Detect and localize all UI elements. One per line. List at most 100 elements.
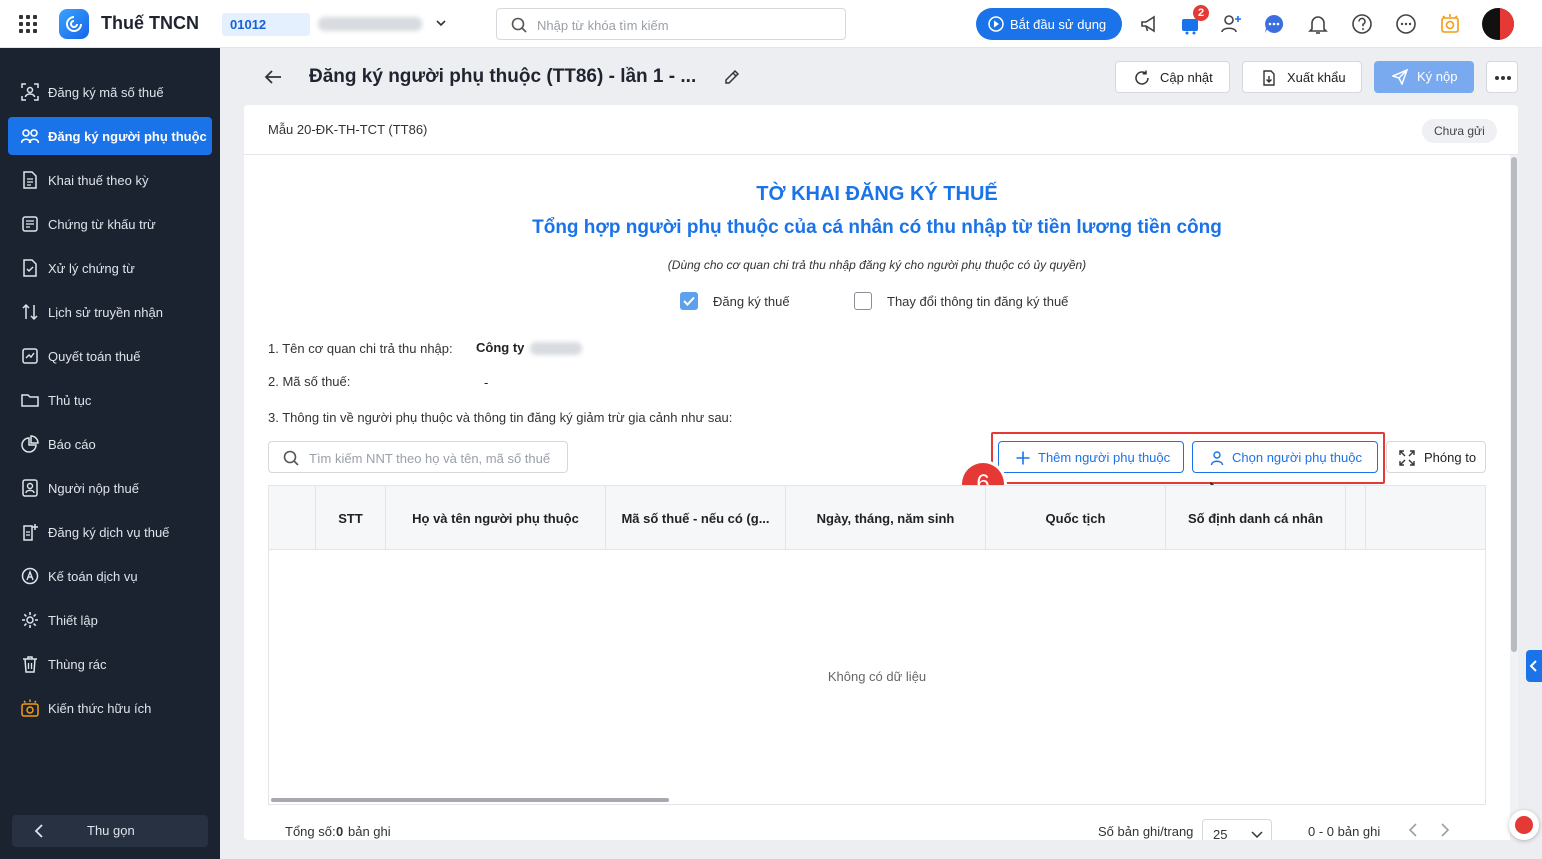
start-using-label: Bắt đầu sử dụng [1010,16,1107,32]
vertical-scrollbar-thumb[interactable] [1511,157,1517,652]
id-scan-icon [21,83,39,101]
users-icon [21,129,39,144]
tax-code-label: 2. Mã số thuế: [268,374,351,389]
bell-icon[interactable] [1306,12,1330,36]
choose-dependent-button[interactable]: Chọn người phụ thuộc [1192,441,1378,473]
page-size-select[interactable]: 25 [1202,819,1272,840]
horizontal-scrollbar-thumb[interactable] [271,798,669,802]
column-header-actions [1366,486,1485,550]
card-header: Mẫu 20-ĐK-TH-TCT (TT86) Chưa gửi [244,105,1518,155]
sidebar-item-useful-knowledge[interactable]: Kiến thức hữu ích [8,689,212,727]
column-header-tax-code: Mã số thuế - nếu có (g... [606,486,786,550]
expand-icon [1399,450,1415,466]
sidebar-item-tax-code-registration[interactable]: Đăng ký mã số thuế [8,73,212,111]
sidebar-item-dependent-registration[interactable]: Đăng ký người phụ thuộc [8,117,212,155]
user-icon [1210,451,1224,466]
user-avatar[interactable] [1482,8,1514,40]
sidebar-item-service-accounting[interactable]: Kế toán dịch vụ [8,557,212,595]
export-label: Xuất khẩu [1287,70,1346,85]
column-header-stt: STT [316,486,386,550]
document-icon [23,171,37,189]
chevron-left-icon [34,824,43,838]
dependents-table: STT Họ và tên người phụ thuộc Mã số thuế… [268,485,1486,805]
prev-page-icon[interactable] [1408,823,1418,837]
sidebar-item-reports[interactable]: Báo cáo [8,425,212,463]
refresh-button[interactable]: Cập nhật [1115,61,1230,93]
change-info-checkbox[interactable] [854,292,872,310]
app-name: Thuế TNCN [101,13,199,33]
gear-icon [22,612,38,628]
more-horizontal-icon[interactable] [1394,12,1418,36]
sidebar-item-tax-service-registration[interactable]: Đăng ký dịch vụ thuế [8,513,212,551]
sign-submit-button[interactable]: Ký nộp [1374,61,1474,93]
sidebar: Đăng ký mã số thuế Đăng ký người phụ thu… [0,48,220,859]
more-options-button[interactable] [1486,61,1518,93]
sidebar-item-trash[interactable]: Thùng rác [8,645,212,683]
sidebar-item-document-processing[interactable]: Xử lý chứng từ [8,249,212,287]
side-panel-toggle[interactable] [1526,650,1542,682]
sign-submit-label: Ký nộp [1417,69,1458,84]
next-page-icon[interactable] [1440,823,1450,837]
receipt-icon [22,216,38,232]
lightbulb-icon[interactable] [1438,12,1462,36]
knowledge-icon [21,699,39,717]
column-header-select [269,486,316,550]
global-search-input[interactable] [537,15,827,35]
sidebar-item-label: Báo cáo [48,436,96,452]
sidebar-item-taxpayers[interactable]: Người nộp thuế [8,469,212,507]
sidebar-item-label: Lịch sử truyền nhận [48,304,163,320]
floating-support-button[interactable] [1509,810,1539,840]
zoom-button[interactable]: Phóng to [1386,441,1486,473]
declaration-card: Mẫu 20-ĐK-TH-TCT (TT86) Chưa gửi TỜ KHAI… [244,105,1518,840]
add-dependent-button[interactable]: Thêm người phụ thuộc [998,441,1184,473]
search-icon [283,450,299,466]
zoom-label: Phóng to [1424,450,1477,465]
sidebar-item-label: Đăng ký dịch vụ thuế [48,524,170,540]
collapse-sidebar-button[interactable]: Thu gọn [12,815,208,847]
sidebar-item-periodic-declaration[interactable]: Khai thuế theo kỳ [8,161,212,199]
sidebar-item-label: Thủ tục [48,392,92,408]
sidebar-item-label: Quyết toán thuế [48,348,141,364]
org-name-redacted [318,17,422,31]
pencil-icon[interactable] [723,68,741,89]
register-tax-checkbox[interactable] [680,292,698,310]
transfer-icon [22,303,38,321]
app-grid-icon[interactable] [19,15,37,33]
payer-name-label: 1. Tên cơ quan chi trả thu nhập: [268,341,453,356]
add-user-icon[interactable] [1219,12,1243,36]
column-header-birth-date: Ngày, tháng, năm sinh [786,486,986,550]
pie-chart-icon [21,435,39,453]
accounting-icon [21,567,39,585]
sidebar-item-label: Kế toán dịch vụ [48,568,138,584]
sidebar-item-tax-settlement[interactable]: Quyết toán thuế [8,337,212,375]
export-button[interactable]: Xuất khẩu [1242,61,1362,93]
global-search[interactable] [496,8,846,40]
chat-icon[interactable] [1262,12,1286,36]
back-arrow-icon[interactable] [262,66,284,88]
megaphone-icon[interactable] [1138,12,1162,36]
top-bar: Thuế TNCN 01012 Bắt đầu sử dụng 2 [0,0,1542,48]
send-icon [1392,69,1408,85]
empty-state-text: Không có dữ liệu [827,669,927,684]
sidebar-item-withholding-documents[interactable]: Chứng từ khấu trừ [8,205,212,243]
document-note: (Dùng cho cơ quan chi trả thu nhập đăng … [667,258,1087,272]
start-using-button[interactable]: Bắt đầu sử dụng [976,8,1122,40]
column-header-extra [1346,486,1366,550]
search-icon [511,17,527,33]
document-title: TỜ KHAI ĐĂNG KÝ THUẾ [756,183,998,205]
sidebar-item-transmission-history[interactable]: Lịch sử truyền nhận [8,293,212,331]
sidebar-item-procedures[interactable]: Thủ tục [8,381,212,419]
dependent-search[interactable] [268,441,568,473]
total-records-label: Tổng số: [285,824,336,839]
sidebar-item-label: Xử lý chứng từ [48,260,135,276]
tax-code-value: - [484,375,489,390]
help-icon[interactable] [1350,12,1374,36]
refresh-icon [1135,70,1149,85]
settlement-icon [22,348,38,364]
sidebar-item-label: Khai thuế theo kỳ [48,172,149,188]
sidebar-item-settings[interactable]: Thiết lập [8,601,212,639]
organization-selector[interactable]: 01012 [222,12,458,36]
dependent-search-input[interactable] [309,448,559,468]
page-title: Đăng ký người phụ thuộc (TT86) - lần 1 -… [309,66,697,87]
checkmark-icon [683,296,695,306]
